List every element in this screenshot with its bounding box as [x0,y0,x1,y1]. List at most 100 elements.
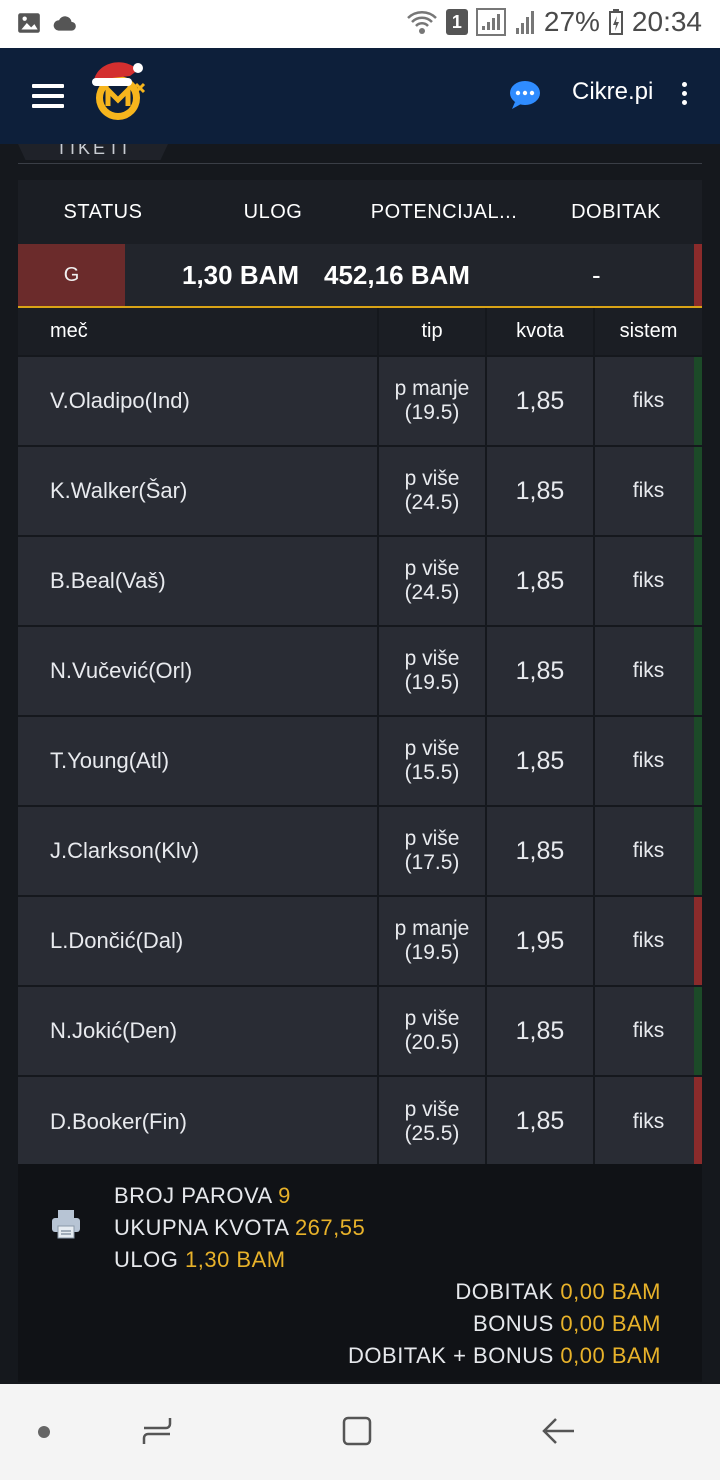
system-nav-bar [0,1384,720,1480]
result-marker [694,357,702,445]
dobitak-value: 0,00 BAM [560,1279,661,1304]
tip-type: p manje [394,917,470,940]
tip-type: p više [404,1097,460,1121]
match-row[interactable]: N.Vučević(Orl) p više (19.5) 1,85 fiks [18,625,702,716]
clock: 20:34 [631,6,702,37]
match-sistem: fiks [594,805,702,896]
tip-type: p više [404,467,460,490]
tab-bar: TIKETI [18,144,702,164]
ukupna-kvota-value: 267,55 [294,1215,366,1240]
signal-icon [475,8,506,36]
match-tip: p više (19.5) [378,625,487,716]
result-marker [694,1077,702,1166]
tip-line: (19.5) [404,671,460,694]
match-kvota: 1,85 [486,985,595,1076]
match-name: B.Beal(Vaš) [18,535,379,626]
match-row[interactable]: T.Young(Atl) p više (15.5) 1,85 fiks [18,715,702,806]
ukupna-kvota-label: UKUPNA KVOTA [114,1215,289,1240]
broj-parova-value: 9 [278,1183,291,1208]
sim-badge: 1 [445,9,468,35]
match-tip: p više (15.5) [378,715,487,806]
column-mec: meč [18,308,379,356]
summary-bonus: BONUS 0,00 BAM [348,1308,661,1340]
match-tip: p više (24.5) [378,445,487,536]
print-icon[interactable] [50,1208,82,1240]
sistem-label: fiks [632,749,665,772]
match-name: K.Walker(Šar) [18,445,379,536]
ulog-label: ULOG [114,1247,179,1272]
match-name: D.Booker(Fin) [18,1075,379,1166]
tip-type: p više [404,1007,460,1030]
match-row[interactable]: V.Oladipo(Ind) p manje (19.5) 1,85 fiks [18,355,702,446]
header-dobitak: DOBITAK [571,200,661,223]
tip-line: (19.5) [404,401,460,424]
matches-header-row: meč tip kvota sistem [18,308,702,356]
match-row[interactable]: L.Dončić(Dal) p manje (19.5) 1,95 fiks [18,895,702,986]
more-vert-icon[interactable] [679,82,689,108]
summary-dobitak: DOBITAK 0,00 BAM [348,1276,661,1308]
match-tip: p manje (19.5) [378,355,487,446]
back-icon[interactable] [540,1414,576,1448]
result-marker [694,537,702,625]
match-row[interactable]: N.Jokić(Den) p više (20.5) 1,85 fiks [18,985,702,1076]
match-name: N.Jokić(Den) [18,985,379,1076]
match-row[interactable]: D.Booker(Fin) p više (25.5) 1,85 fiks [18,1075,702,1166]
summary-dobitak-bonus: DOBITAK + BONUS 0,00 BAM [348,1340,661,1372]
result-marker [694,627,702,715]
logo[interactable] [86,54,150,124]
match-name: J.Clarkson(Klv) [18,805,379,896]
header-potencijalni: POTENCIJAL... [370,200,518,223]
home-icon[interactable] [340,1414,374,1448]
sistem-label: fiks [632,659,665,682]
match-row[interactable]: K.Walker(Šar) p više (24.5) 1,85 fiks [18,445,702,536]
result-marker [694,987,702,1075]
ticket-potencijalni: 452,16 BAM [324,259,470,290]
match-row[interactable]: B.Beal(Vaš) p više (24.5) 1,85 fiks [18,535,702,626]
ticket-header-row: STATUS ULOG POTENCIJAL... DOBITAK [18,180,702,244]
match-row[interactable]: J.Clarkson(Klv) p više (17.5) 1,85 fiks [18,805,702,896]
sistem-label: fiks [632,929,665,952]
tab-tiketi[interactable]: TIKETI [18,144,168,160]
ticket-summary: BROJ PAROVA 9 UKUPNA KVOTA 267,55 ULOG 1… [18,1164,702,1382]
match-kvota: 1,85 [486,805,595,896]
wifi-icon [407,11,437,34]
ticket-panel: STATUS ULOG POTENCIJAL... DOBITAK G 1,30… [18,180,702,1166]
bonus-label: BONUS [473,1311,554,1336]
summary-broj-parova: BROJ PAROVA 9 [114,1180,365,1212]
match-tip: p više (17.5) [378,805,487,896]
match-kvota: 1,85 [486,1075,595,1166]
result-marker [694,717,702,805]
match-tip: p više (24.5) [378,535,487,626]
sistem-label: fiks [632,569,665,592]
sistem-label: fiks [632,839,665,862]
match-sistem: fiks [594,895,702,986]
header-ulog: ULOG [243,200,303,223]
sistem-label: fiks [632,389,665,412]
match-sistem: fiks [594,1075,702,1166]
match-sistem: fiks [594,535,702,626]
match-tip: p više (25.5) [378,1075,487,1166]
match-name: T.Young(Atl) [18,715,379,806]
chat-icon[interactable] [509,80,541,110]
match-sistem: fiks [594,625,702,716]
image-icon [18,13,40,33]
sistem-label: fiks [632,1019,665,1042]
app-header: Cikre.pi [0,48,720,144]
username[interactable]: Cikre.pi [572,78,653,106]
nav-dot-icon[interactable] [38,1426,50,1438]
match-sistem: fiks [594,985,702,1076]
tip-line: (24.5) [404,491,460,514]
menu-icon[interactable] [32,84,64,108]
sistem-label: fiks [632,1109,665,1133]
column-sistem: sistem [594,308,702,356]
match-tip: p više (20.5) [378,985,487,1076]
ticket-row[interactable]: G 1,30 BAM 452,16 BAM - [18,244,702,308]
match-sistem: fiks [594,715,702,806]
match-kvota: 1,95 [486,895,595,986]
summary-ulog: ULOG 1,30 BAM [114,1244,365,1276]
match-name: V.Oladipo(Ind) [18,355,379,446]
column-tip: tip [378,308,487,356]
dobitak-label: DOBITAK [455,1279,554,1304]
recent-apps-icon[interactable] [140,1414,174,1448]
tip-line: (17.5) [404,851,460,874]
